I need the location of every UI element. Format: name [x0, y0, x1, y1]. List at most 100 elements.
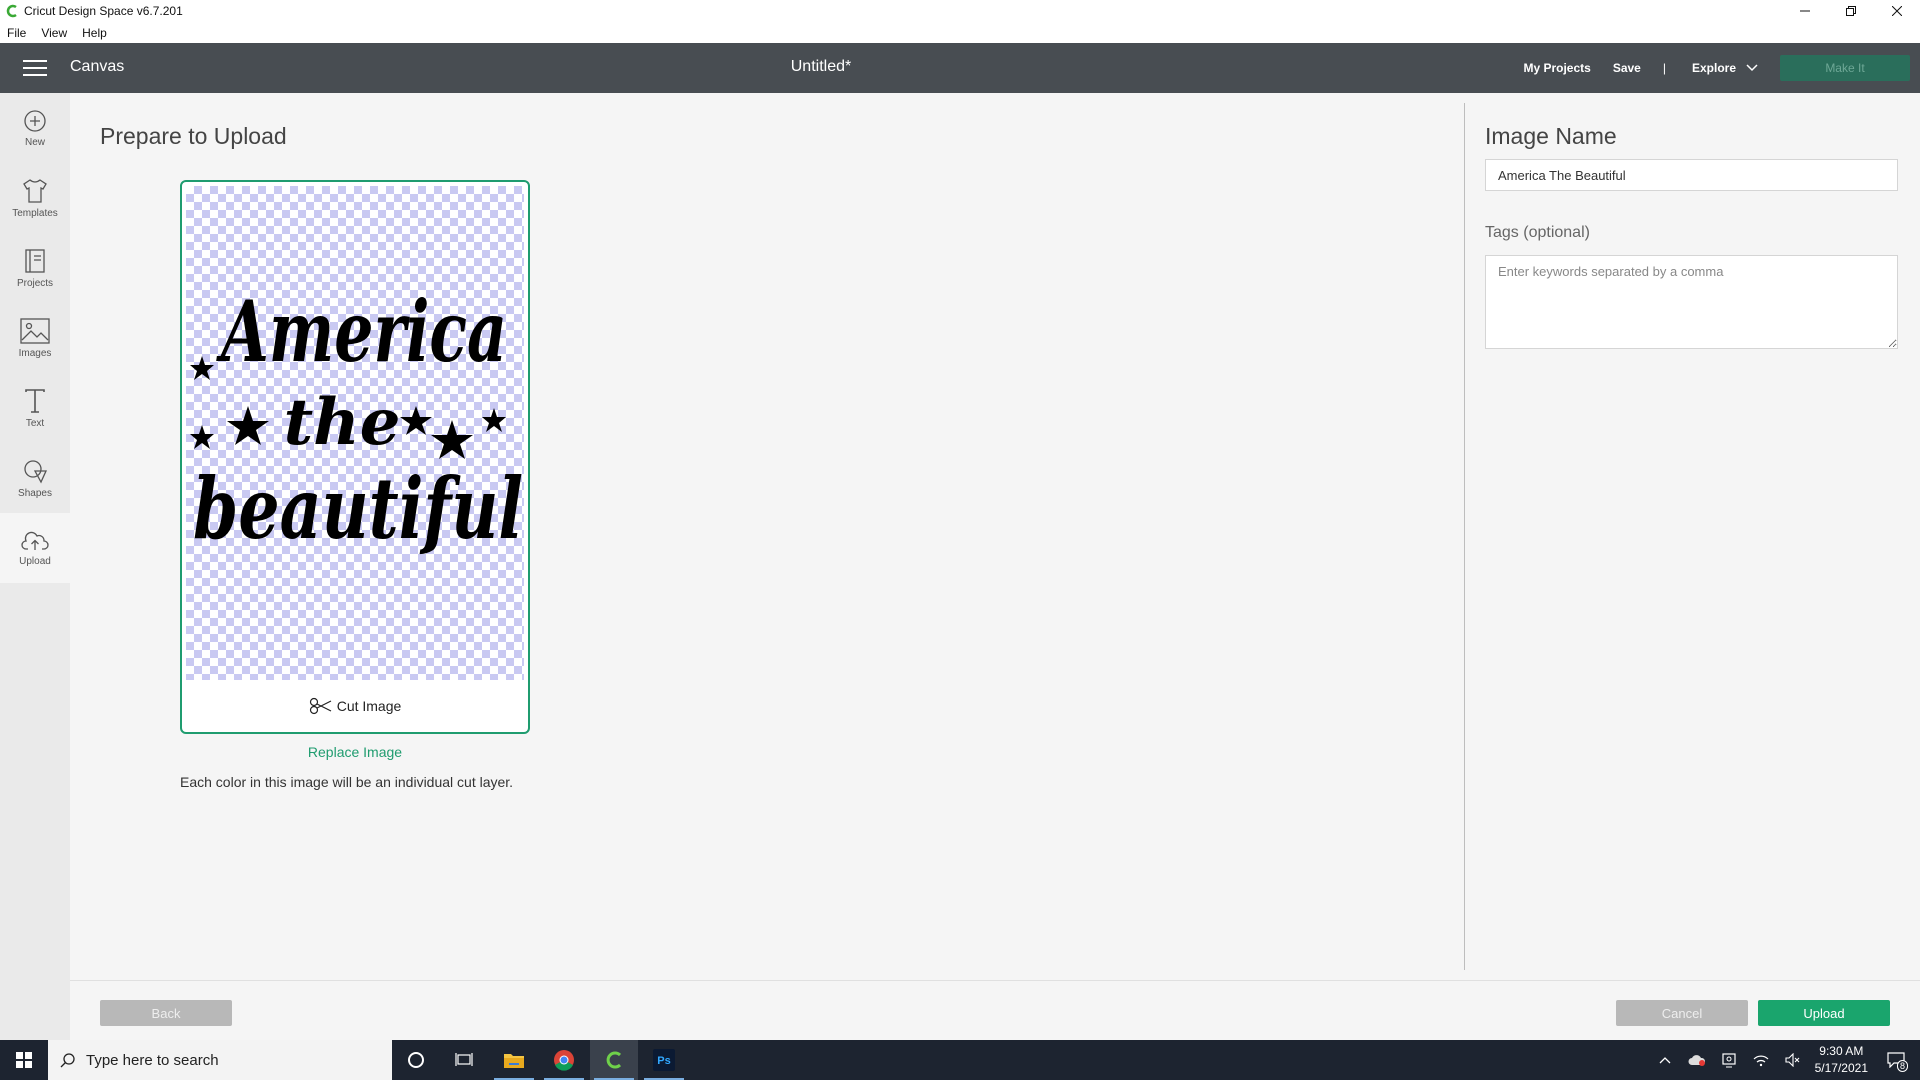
menu-view[interactable]: View [34, 26, 75, 40]
taskbar-clock[interactable]: 9:30 AM 5/17/2021 [1815, 1043, 1868, 1077]
close-button[interactable] [1874, 0, 1920, 22]
sidebar-item-label: Projects [16, 277, 54, 289]
shirt-icon [23, 178, 47, 203]
volume-tray-button[interactable] [1777, 1053, 1809, 1067]
minimize-button[interactable] [1782, 0, 1828, 22]
cut-layer-note: Each color in this image will be an indi… [180, 774, 514, 790]
sidebar-item-label: Templates [12, 207, 58, 219]
app-header: Canvas Untitled* My Projects Save | Expl… [0, 43, 1920, 93]
close-icon [1892, 6, 1902, 16]
plus-circle-icon [24, 109, 46, 132]
show-hidden-icons-button[interactable] [1649, 1056, 1681, 1064]
left-sidebar: New Templates Projects Images Text Shape… [0, 93, 70, 1040]
sidebar-item-images[interactable]: Images [0, 303, 70, 373]
text-icon [25, 388, 45, 413]
menu-file[interactable]: File [0, 26, 34, 40]
search-placeholder: Type here to search [86, 1051, 219, 1069]
page-title: Prepare to Upload [100, 123, 287, 149]
windows-logo-icon [16, 1052, 32, 1068]
cloud-upload-icon [21, 531, 49, 550]
projects-icon [25, 248, 45, 273]
window-titlebar: Cricut Design Space v6.7.201 [0, 0, 1920, 22]
make-it-button[interactable]: Make It [1780, 55, 1910, 81]
sidebar-item-text[interactable]: Text [0, 373, 70, 443]
cricut-logo-icon [6, 4, 17, 18]
task-view-button[interactable] [440, 1040, 488, 1080]
star-icon [482, 408, 506, 432]
menu-bar: File View Help [0, 22, 1920, 43]
taskbar-search[interactable]: Type here to search [48, 1040, 392, 1080]
clock-date: 5/17/2021 [1814, 1061, 1868, 1075]
notification-count-badge: 8 [1896, 1060, 1908, 1072]
cortana-icon [408, 1052, 424, 1068]
star-icon [400, 406, 432, 435]
star-icon [431, 420, 473, 459]
cut-image-label: Cut Image [336, 698, 402, 714]
photoshop-taskbar-button[interactable]: Ps [640, 1040, 688, 1080]
star-icon [227, 406, 269, 445]
panel-divider [1464, 103, 1465, 970]
image-line-beautiful: beautiful [193, 459, 523, 558]
folder-icon [504, 1054, 524, 1068]
sidebar-item-label: Upload [19, 555, 51, 567]
sidebar-item-new[interactable]: New [0, 93, 70, 163]
action-center-button[interactable]: 8 [1880, 1052, 1912, 1072]
network-tray-button[interactable] [1745, 1053, 1777, 1067]
main-content: Prepare to Upload America the beautiful … [70, 93, 1464, 980]
task-view-icon [455, 1053, 473, 1066]
chevron-up-icon [1659, 1057, 1671, 1064]
cricut-taskbar-button[interactable] [590, 1040, 638, 1080]
image-name-label: Image Name [1485, 123, 1617, 149]
restore-icon [1846, 6, 1856, 16]
start-button[interactable] [0, 1040, 48, 1080]
wifi-icon [1753, 1055, 1769, 1067]
cloud-icon [1688, 1055, 1705, 1066]
image-name-input[interactable] [1485, 159, 1898, 191]
search-icon [60, 1053, 75, 1068]
volume-muted-icon [1785, 1053, 1799, 1067]
cortana-button[interactable] [392, 1040, 440, 1080]
image-line-america: America [216, 282, 507, 381]
sidebar-item-projects[interactable]: Projects [0, 233, 70, 303]
cricut-icon [606, 1051, 622, 1069]
my-projects-link[interactable]: My Projects [1523, 61, 1590, 75]
uploaded-image: America the beautiful [190, 282, 523, 558]
sidebar-item-label: Text [25, 417, 45, 429]
menu-help[interactable]: Help [75, 26, 115, 40]
clock-time: 9:30 AM [1819, 1044, 1864, 1058]
window-title: Cricut Design Space v6.7.201 [24, 4, 183, 18]
explore-dropdown[interactable]: Explore [1692, 61, 1758, 75]
minimize-icon [1800, 10, 1810, 12]
save-link[interactable]: Save [1613, 61, 1641, 75]
sidebar-item-label: Shapes [18, 487, 52, 499]
document-title: Untitled* [790, 58, 852, 75]
camera-icon [1722, 1053, 1736, 1068]
onedrive-tray-button[interactable] [1681, 1054, 1713, 1066]
windows-taskbar: Type here to search Ps 9:30 AM 5/17/2021… [0, 1040, 1920, 1080]
upload-button[interactable]: Upload [1758, 1000, 1890, 1026]
back-button[interactable]: Back [100, 1000, 232, 1026]
restore-button[interactable] [1828, 0, 1874, 22]
chevron-down-icon [1746, 64, 1758, 72]
replace-image-link[interactable]: Replace Image [180, 744, 530, 760]
explore-label: Explore [1691, 61, 1736, 75]
tags-input[interactable] [1485, 255, 1898, 349]
image-line-the: the [284, 385, 401, 460]
file-explorer-taskbar-button[interactable] [490, 1040, 538, 1080]
tags-label: Tags (optional) [1485, 224, 1590, 241]
system-tray: 9:30 AM 5/17/2021 8 [1649, 1040, 1920, 1080]
cancel-button[interactable]: Cancel [1616, 1000, 1748, 1026]
sidebar-item-label: Images [18, 347, 52, 359]
scissors-icon [309, 697, 331, 715]
star-icon [190, 425, 214, 449]
header-separator: | [1662, 61, 1666, 75]
cut-image-option[interactable]: Cut Image [182, 680, 528, 732]
meet-now-tray-button[interactable] [1713, 1052, 1745, 1068]
shapes-icon [24, 459, 48, 483]
sidebar-item-shapes[interactable]: Shapes [0, 443, 70, 513]
chrome-icon [554, 1050, 574, 1071]
image-preview-card: America the beautiful Cut Image [180, 180, 530, 734]
sidebar-item-templates[interactable]: Templates [0, 163, 70, 233]
sidebar-item-upload[interactable]: Upload [0, 513, 70, 583]
chrome-taskbar-button[interactable] [540, 1040, 588, 1080]
